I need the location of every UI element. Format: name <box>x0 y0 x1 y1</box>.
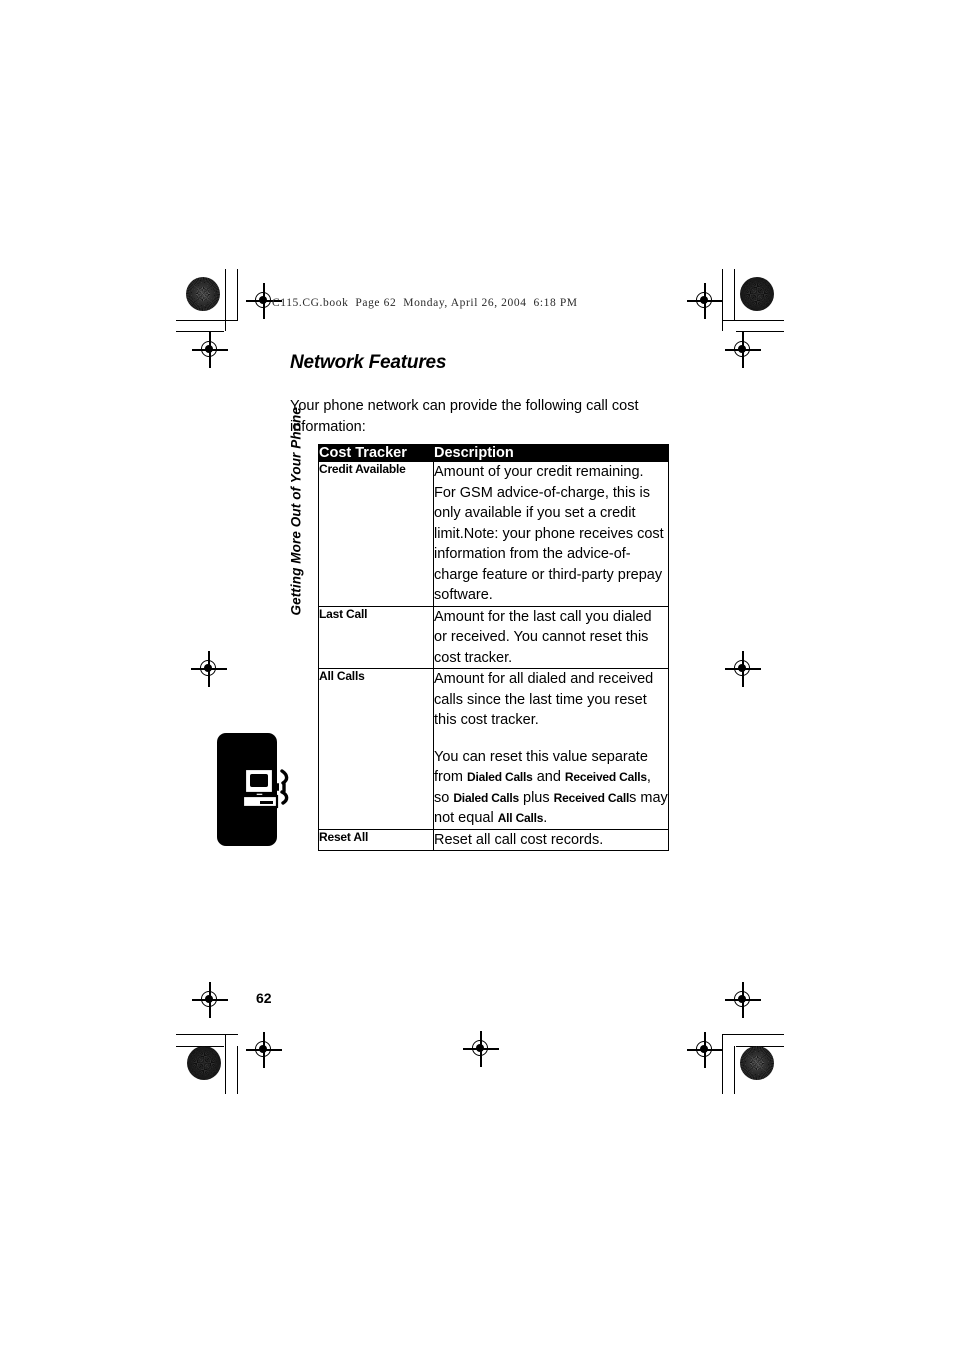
crop-mark-icon <box>722 320 784 321</box>
cost-tracker-description: Amount of your credit remaining. For GSM… <box>433 461 669 607</box>
crop-mark-icon <box>176 1034 238 1035</box>
cost-tracker-description: Reset all call cost records. <box>433 829 669 851</box>
menu-keyword: Received Call <box>553 790 630 805</box>
menu-keyword: Dialed Calls <box>467 770 533 784</box>
cost-tracker-description: Amount for the last call you dialed or r… <box>433 606 669 669</box>
crop-mark-icon <box>237 269 238 321</box>
description-paragraph: Amount for the last call you dialed or r… <box>434 607 668 669</box>
description-text: Amount for all dialed and received calls… <box>434 671 654 728</box>
registration-crosshair-icon <box>687 1032 723 1068</box>
computer-phone-icon <box>241 766 295 818</box>
cost-tracker-description: Amount for all dialed and received calls… <box>433 668 669 830</box>
registration-crosshair-icon <box>725 332 761 368</box>
registration-crosshair-icon <box>246 1032 282 1068</box>
cost-tracker-term: Credit Available <box>318 461 434 607</box>
description-text: . <box>543 810 548 826</box>
halftone-density-patch-icon <box>740 1046 774 1080</box>
table-header-row: Cost Tracker Description <box>318 444 669 462</box>
crop-mark-icon <box>734 1046 735 1094</box>
table-row: All Calls Amount for all dialed and recei… <box>318 668 669 830</box>
crop-mark-icon <box>237 1046 238 1094</box>
menu-keyword: Received Calls <box>564 770 647 784</box>
registration-crosshair-icon <box>725 982 761 1018</box>
registration-crosshair-icon <box>687 283 723 319</box>
registration-crosshair-icon <box>192 332 228 368</box>
column-header-cost-tracker: Cost Tracker <box>318 444 434 462</box>
halftone-density-patch-icon <box>187 1046 221 1080</box>
cost-tracker-term: Last Call <box>318 606 434 669</box>
description-text: Amount of your credit remaining. For GSM… <box>434 464 664 603</box>
menu-keyword: All Calls <box>497 811 544 825</box>
description-paragraph: Reset all call cost records. <box>434 830 668 851</box>
menu-keyword: Dialed Calls <box>453 790 519 805</box>
table-row: Last Call Amount for the last call you di… <box>318 606 669 669</box>
table-body: Credit Available Amount of your credit re… <box>318 461 669 851</box>
intro-paragraph: Your phone network can provide the follo… <box>290 398 639 435</box>
page-title: Network Features <box>290 352 447 373</box>
column-header-description: Description <box>433 444 669 462</box>
page-number: 62 <box>256 990 272 1006</box>
description-text: plus <box>518 789 554 806</box>
halftone-density-patch-icon <box>186 277 220 311</box>
description-text: and <box>532 769 565 785</box>
registration-crosshair-icon <box>725 651 761 687</box>
table-row: Credit Available Amount of your credit re… <box>318 461 669 607</box>
crop-mark-icon <box>722 1034 784 1035</box>
registration-crosshair-icon <box>192 982 228 1018</box>
registration-crosshair-icon <box>191 651 227 687</box>
description-paragraph: You can reset this value separate from D… <box>434 747 668 829</box>
description-paragraph: Amount of your credit remaining. For GSM… <box>434 462 668 606</box>
printed-page-sheet: C115.CG.book Page 62 Monday, April 26, 2… <box>0 0 954 1351</box>
crop-mark-icon <box>176 320 238 321</box>
crop-mark-icon <box>734 269 735 321</box>
cost-tracker-term: All Calls <box>318 668 434 830</box>
table-row: Reset All Reset all call cost records. <box>318 829 669 851</box>
description-text: Reset all call cost records. <box>434 831 604 848</box>
description-text: Amount for the last call you dialed or r… <box>434 608 652 666</box>
crop-mark-icon <box>225 1034 226 1094</box>
running-header-filename: C115.CG.book Page 62 Monday, April 26, 2… <box>272 297 578 309</box>
cost-tracker-term: Reset All <box>318 829 434 851</box>
crop-mark-icon <box>225 269 226 331</box>
cost-tracker-table: Cost Tracker Description Credit Availabl… <box>318 444 669 851</box>
description-paragraph: Amount for all dialed and received calls… <box>434 669 668 731</box>
registration-crosshair-icon <box>463 1031 499 1067</box>
halftone-density-patch-icon <box>740 277 774 311</box>
